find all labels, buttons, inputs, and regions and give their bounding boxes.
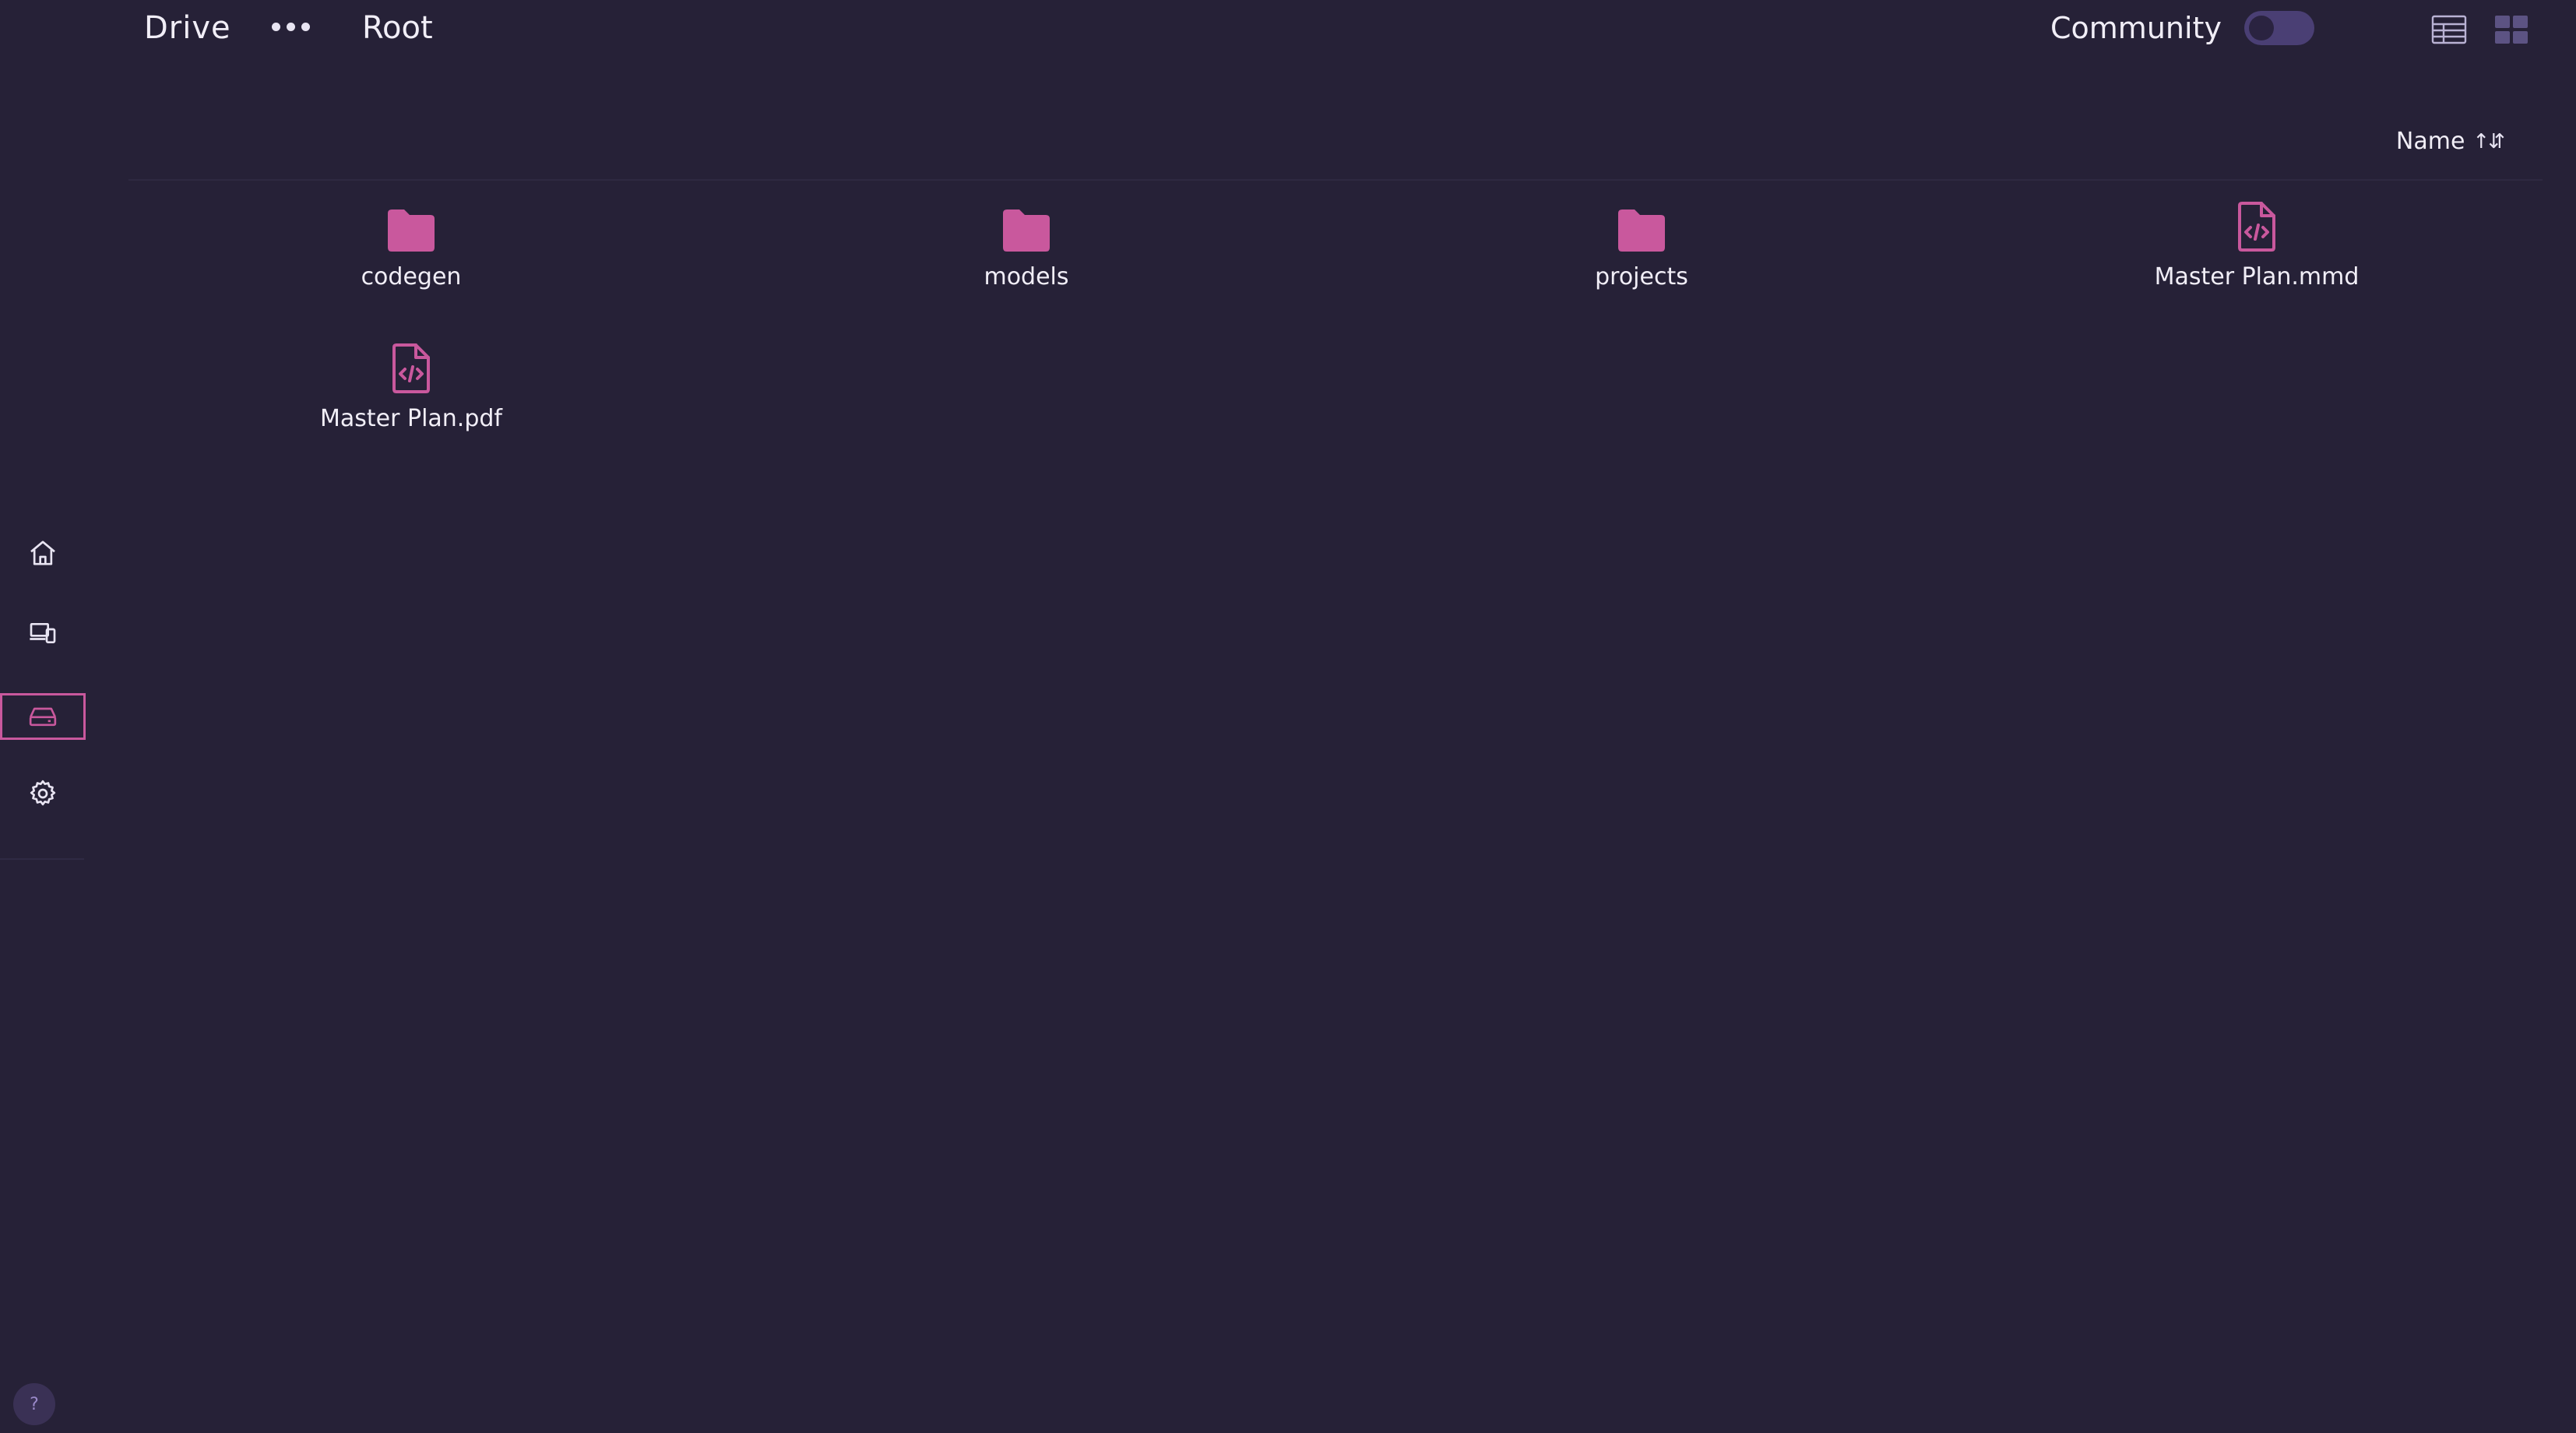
folder-icon [1616,190,1667,252]
sidebar-item-home[interactable] [0,530,86,576]
folder-icon [1001,190,1052,252]
sort-label: Name [2395,128,2465,155]
home-icon [30,540,55,565]
grid-view-button[interactable] [2492,12,2531,47]
folder-item[interactable]: projects [1478,190,1805,315]
item-name: Master Plan.mmd [2154,263,2360,290]
community-label: Community [2050,11,2222,45]
sort-by-name-button[interactable]: Name ↑⇵ [2395,128,2505,155]
help-button[interactable]: ? [13,1383,55,1425]
item-name: models [984,263,1069,290]
app-window: ? Drive Root Community Name ↑⇵ codegen m… [0,0,2576,1433]
sort-bar: Name ↑⇵ [128,117,2543,181]
item-name: codegen [361,263,462,290]
toggle-knob [2249,16,2274,40]
breadcrumb-drive[interactable]: Drive [144,8,231,48]
top-bar: Drive Root Community [128,0,2543,56]
item-name: projects [1595,263,1688,290]
sidebar-divider [0,858,84,860]
file-grid: codegen models projects Master Plan.mmd … [0,181,2576,492]
ellipsis-dot [287,22,295,31]
ellipsis-dot [272,22,280,31]
grid-view-icon [2495,16,2528,44]
item-name: Master Plan.pdf [320,405,502,432]
hard-drive-icon [29,707,57,727]
sidebar-item-drive[interactable] [0,693,86,740]
breadcrumb-root[interactable]: Root [362,8,433,48]
folder-item[interactable]: models [863,190,1190,315]
code-file-icon [2236,190,2277,252]
ellipsis-dot [301,22,310,31]
devices-icon [30,623,56,643]
folder-icon [385,190,437,252]
folder-item[interactable]: codegen [248,190,575,315]
sidebar-item-devices[interactable] [0,610,86,657]
sidebar-item-settings[interactable] [0,770,86,817]
gear-icon [30,780,56,806]
list-view-button[interactable] [2430,12,2469,47]
file-item[interactable]: Master Plan.mmd [2093,190,2420,315]
breadcrumb-more-button[interactable] [272,3,310,50]
code-file-icon [391,332,431,394]
help-label: ? [30,1394,39,1414]
table-view-icon [2431,15,2467,44]
file-item[interactable]: Master Plan.pdf [248,332,575,456]
sort-ascending-icon: ↑⇵ [2472,129,2505,153]
community-toggle[interactable] [2244,11,2314,45]
